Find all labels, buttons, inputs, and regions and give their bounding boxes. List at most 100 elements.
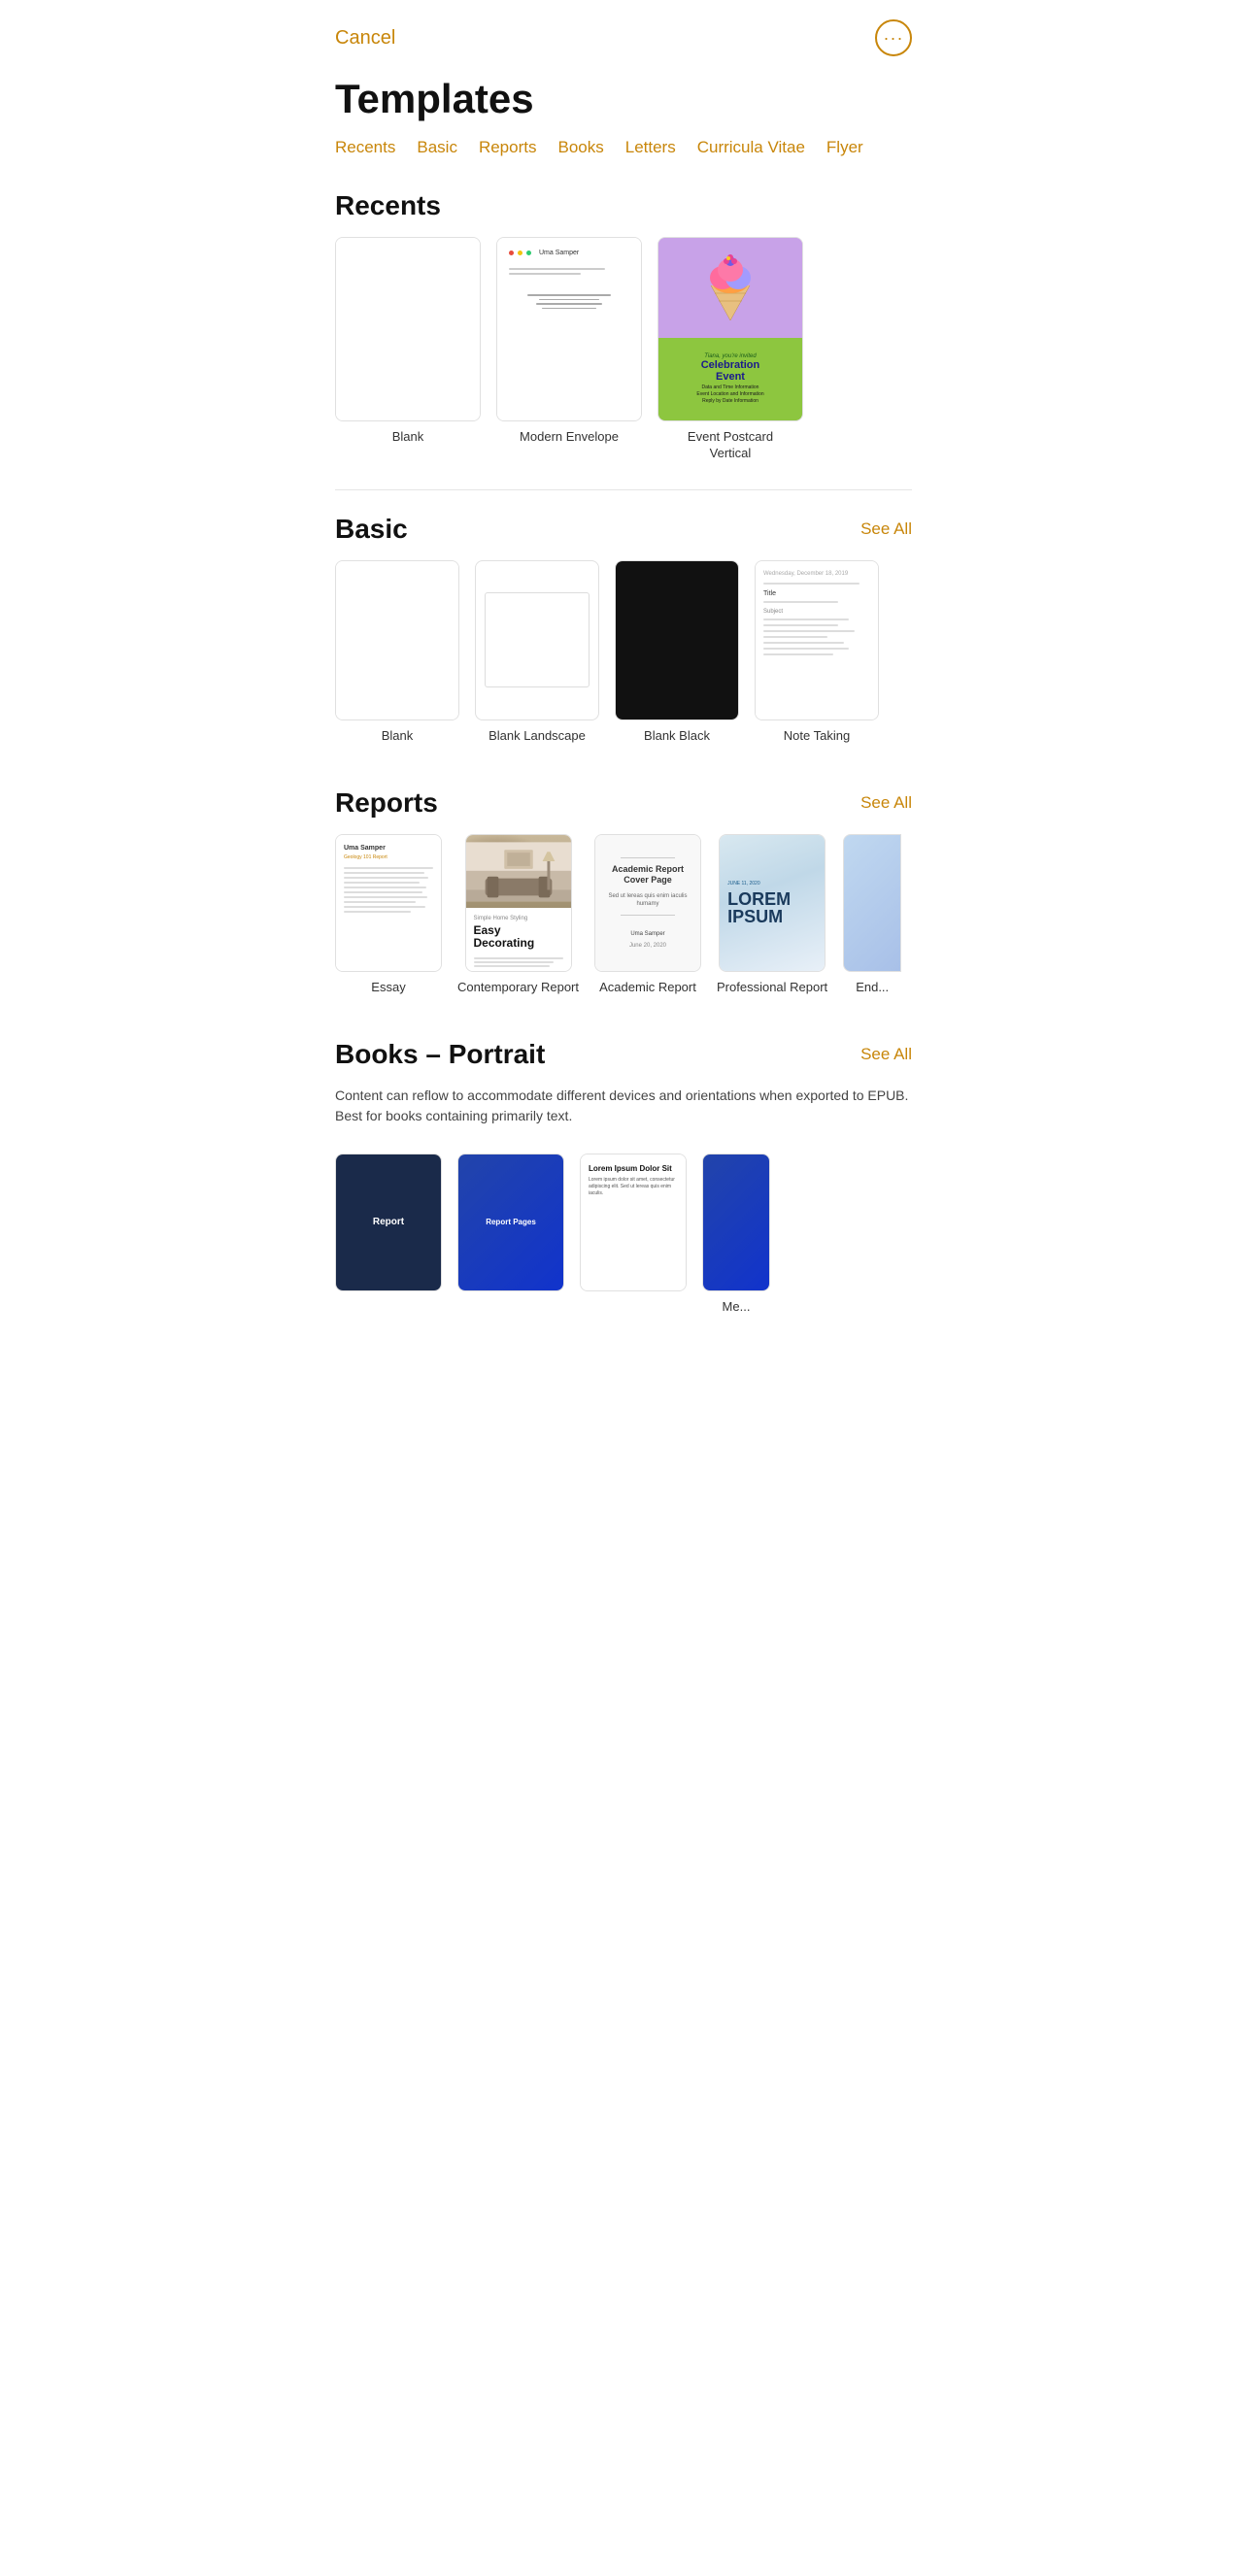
template-blank-basic[interactable]: Blank: [335, 560, 459, 745]
books-title: Books – Portrait: [335, 1039, 545, 1070]
template-modern-envelope[interactable]: Uma Samper Modern Envelope: [496, 237, 642, 462]
blank-landscape-thumb: [475, 560, 599, 720]
professional-thumb: JUNE 11, 2020 LOREMIPSUM: [719, 834, 826, 972]
lorem-title: Lorem Ipsum Dolor Sit: [589, 1164, 678, 1173]
template-partial-report[interactable]: End...: [843, 834, 901, 996]
template-label-contemporary: Contemporary Report: [457, 980, 579, 996]
template-academic[interactable]: Academic Report Cover Page Sed ut lereas…: [594, 834, 701, 996]
top-bar: Cancel ···: [312, 0, 935, 66]
tab-curricula-vitae[interactable]: Curricula Vitae: [697, 138, 805, 157]
recents-templates-row: Blank Uma Samper: [312, 237, 935, 485]
template-book-dark[interactable]: Report: [335, 1154, 442, 1316]
prof-main: LOREMIPSUM: [727, 890, 791, 925]
note-taking-thumb: Wednesday, December 18, 2019 Title Subje…: [755, 560, 879, 720]
acad-date: June 20, 2020: [629, 943, 666, 949]
template-event-postcard[interactable]: Tiana, you're invited CelebrationEvent D…: [657, 237, 803, 462]
books-description: Content can reflow to accommodate differ…: [335, 1087, 908, 1123]
template-label-note-taking: Note Taking: [784, 728, 850, 745]
basic-see-all[interactable]: See All: [860, 519, 912, 539]
template-label-essay: Essay: [371, 980, 405, 996]
template-book-lorem[interactable]: Lorem Ipsum Dolor Sit Lorem ipsum dolor …: [580, 1154, 687, 1316]
env-dot-red: [509, 251, 514, 255]
acad-author: Uma Samper: [630, 931, 664, 937]
page-title: Templates: [312, 66, 935, 138]
template-blank-recent[interactable]: Blank: [335, 237, 481, 462]
template-book-blue[interactable]: Report Pages: [457, 1154, 564, 1316]
template-label-celebration: Event Postcard Vertical: [667, 429, 793, 462]
cancel-button[interactable]: Cancel: [335, 27, 395, 50]
reports-section-header: Reports See All: [312, 768, 935, 834]
tab-flyer[interactable]: Flyer: [826, 138, 863, 157]
basic-title: Basic: [335, 514, 408, 545]
template-label-envelope: Modern Envelope: [520, 429, 619, 446]
section-divider-1: [335, 489, 912, 490]
recents-section-header: Recents: [312, 171, 935, 237]
env-name: Uma Samper: [539, 250, 579, 256]
env-dot-green: [526, 251, 531, 255]
books-description-section: Content can reflow to accommodate differ…: [312, 1086, 935, 1136]
recents-title: Recents: [335, 190, 441, 221]
template-book-partial[interactable]: Me...: [702, 1154, 770, 1316]
cont-image-inner: [466, 835, 571, 909]
template-essay[interactable]: Uma Samper Geology 101 Report Essay: [335, 834, 442, 996]
template-label-blank-black: Blank Black: [644, 728, 710, 745]
cel-main-text: CelebrationEvent: [701, 359, 760, 383]
essay-name: Uma Samper: [344, 845, 433, 852]
template-note-taking[interactable]: Wednesday, December 18, 2019 Title Subje…: [755, 560, 879, 745]
template-label-blank-landscape: Blank Landscape: [489, 728, 586, 745]
books-section-header: Books – Portrait See All: [312, 1020, 935, 1086]
books-templates-row: Report Report Pages Lorem Ipsum Dolor Si…: [312, 1154, 935, 1339]
template-label-book-partial: Me...: [723, 1299, 751, 1316]
tab-basic[interactable]: Basic: [417, 138, 457, 157]
book-partial-thumb: [702, 1154, 770, 1291]
env-dot-yellow: [518, 251, 522, 255]
acad-subtitle: Sed ut lereas quis enim iaculis humamy: [603, 892, 692, 909]
celebration-thumb-container: Tiana, you're invited CelebrationEvent D…: [657, 237, 803, 421]
template-blank-black[interactable]: Blank Black: [615, 560, 739, 745]
reports-templates-row: Uma Samper Geology 101 Report Essay: [312, 834, 935, 1020]
more-options-button[interactable]: ···: [875, 19, 912, 56]
book-lorem-thumb: Lorem Ipsum Dolor Sit Lorem ipsum dolor …: [580, 1154, 687, 1291]
template-label-blank-basic: Blank: [382, 728, 414, 745]
celebration-text-area: Tiana, you're invited CelebrationEvent D…: [658, 338, 802, 420]
ice-cream-area: [658, 238, 802, 338]
cont-big: Easy Decorating: [474, 924, 563, 950]
blank-thumb: [335, 237, 481, 421]
envelope-thumb-container: Uma Samper: [496, 237, 642, 421]
tab-books[interactable]: Books: [557, 138, 603, 157]
template-professional[interactable]: JUNE 11, 2020 LOREMIPSUM Professional Re…: [717, 834, 827, 996]
contemporary-thumb: Simple Home Styling Easy Decorating: [465, 834, 572, 972]
tab-reports[interactable]: Reports: [479, 138, 537, 157]
book-blue-label: Report Pages: [486, 1218, 536, 1226]
template-contemporary[interactable]: Simple Home Styling Easy Decorating Cont…: [457, 834, 579, 996]
template-blank-landscape[interactable]: Blank Landscape: [475, 560, 599, 745]
cel-details: Data and Time InformationEvent Location …: [696, 385, 763, 405]
tab-recents[interactable]: Recents: [335, 138, 395, 157]
essay-subtitle: Geology 101 Report: [344, 854, 433, 860]
academic-thumb: Academic Report Cover Page Sed ut lereas…: [594, 834, 701, 972]
basic-templates-row: Blank Blank Landscape Blank Black Wednes…: [312, 560, 935, 768]
book-dark-thumb-container: Report: [335, 1154, 442, 1291]
book-dark-title: Report: [373, 1217, 404, 1227]
reports-see-all[interactable]: See All: [860, 793, 912, 813]
blank-black-thumb: [615, 560, 739, 720]
reports-title: Reports: [335, 787, 438, 819]
basic-section-header: Basic See All: [312, 494, 935, 560]
acad-title: Academic Report Cover Page: [603, 864, 692, 887]
template-label-professional: Professional Report: [717, 980, 827, 996]
partial-report-thumb: [843, 834, 901, 972]
template-label-partial: End...: [856, 980, 889, 996]
lorem-body: Lorem ipsum dolor sit amet, consectetur …: [589, 1177, 678, 1197]
prof-date: JUNE 11, 2020: [727, 881, 760, 887]
category-tabs: Recents Basic Reports Books Letters Curr…: [312, 138, 935, 171]
cont-text: Simple Home Styling Easy Decorating: [466, 908, 571, 970]
tab-letters[interactable]: Letters: [625, 138, 676, 157]
template-label-blank: Blank: [392, 429, 424, 446]
blank-basic-thumb: [335, 560, 459, 720]
template-label-academic: Academic Report: [599, 980, 696, 996]
books-see-all[interactable]: See All: [860, 1045, 912, 1064]
essay-thumb: Uma Samper Geology 101 Report: [335, 834, 442, 972]
note-date: Wednesday, December 18, 2019: [763, 571, 870, 577]
book-blue-thumb: Report Pages: [457, 1154, 564, 1291]
cont-header: Simple Home Styling: [474, 916, 563, 921]
